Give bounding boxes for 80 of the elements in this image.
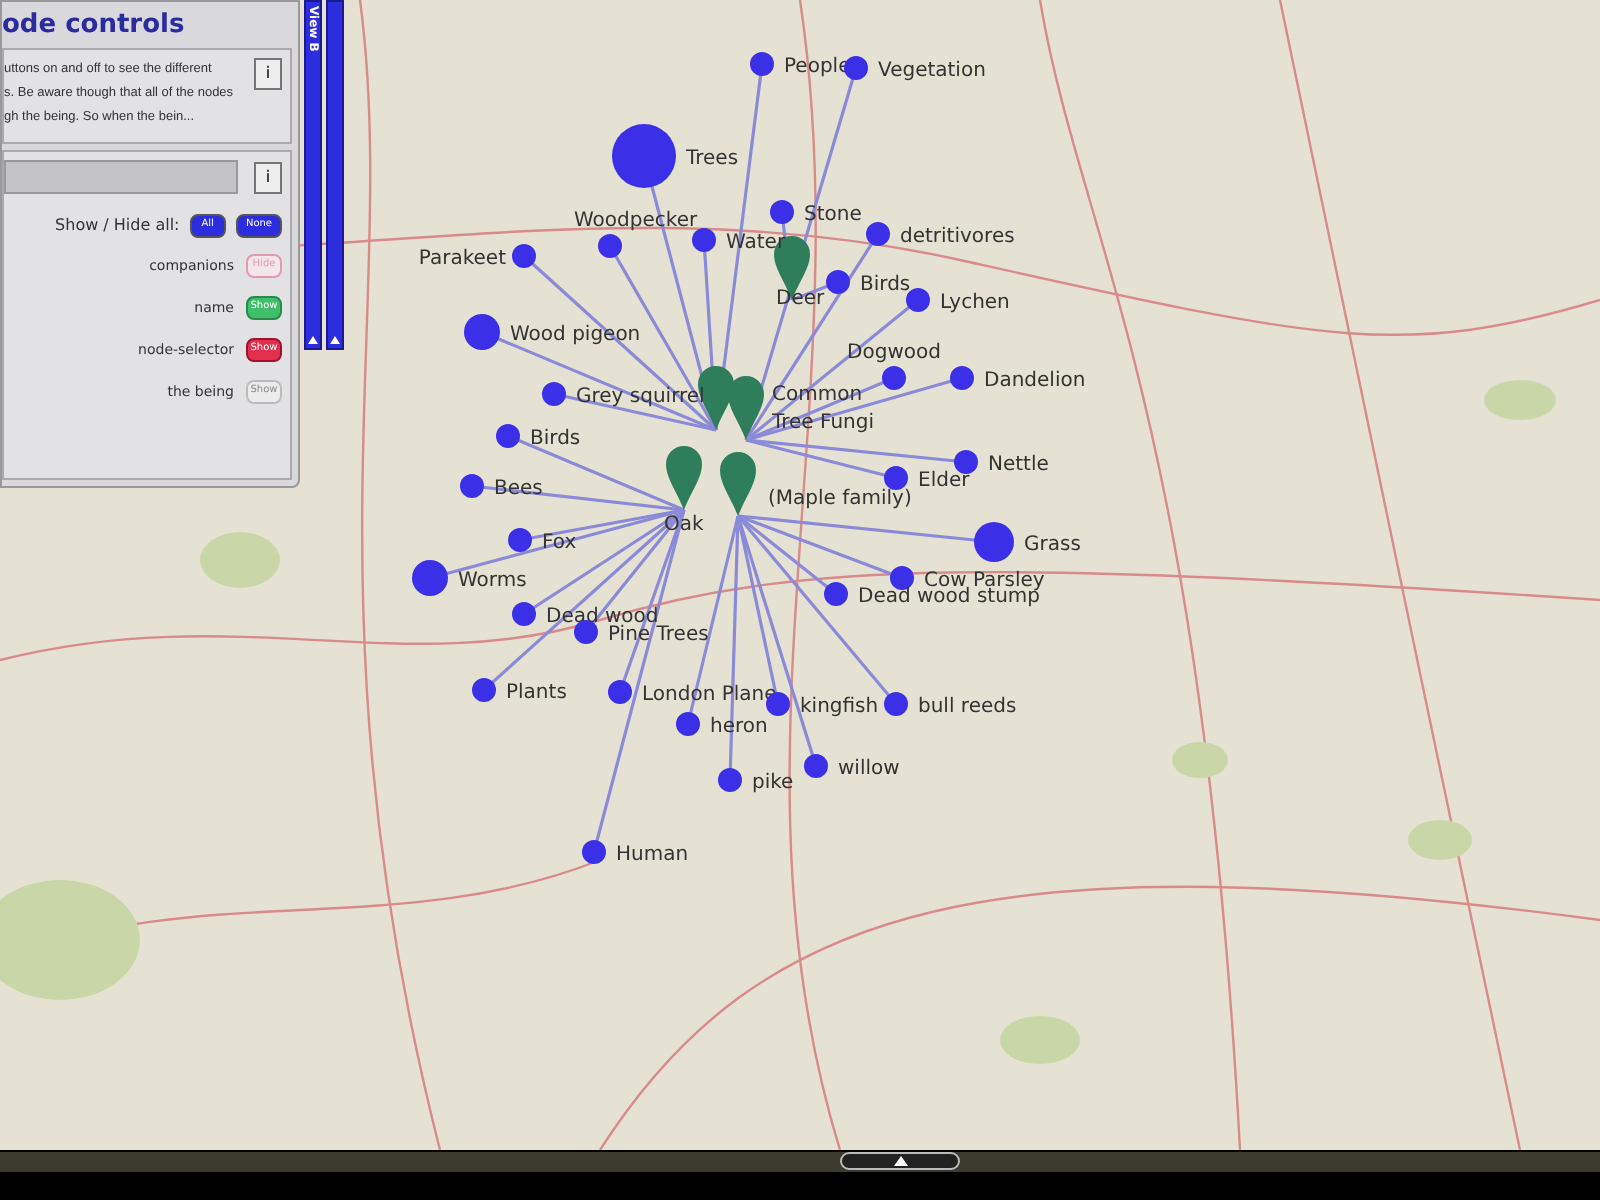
node-circle[interactable] bbox=[692, 228, 716, 252]
node-circle[interactable] bbox=[906, 288, 930, 312]
node-circle[interactable] bbox=[676, 712, 700, 736]
node-circle[interactable] bbox=[542, 382, 566, 406]
node-label: Woodpecker bbox=[574, 210, 698, 232]
node-circle[interactable] bbox=[890, 566, 914, 590]
node-label: Stone bbox=[804, 204, 862, 226]
node-label: Fox bbox=[542, 532, 577, 554]
node-label: Pine Trees bbox=[608, 624, 709, 646]
node-circle[interactable] bbox=[472, 678, 496, 702]
search-field[interactable] bbox=[4, 160, 238, 194]
node-circle[interactable] bbox=[512, 602, 536, 626]
node-label: Dead wood stump bbox=[858, 586, 1041, 608]
node-circle[interactable] bbox=[464, 314, 500, 350]
node-circle[interactable] bbox=[750, 52, 774, 76]
node-circle[interactable] bbox=[460, 474, 484, 498]
node-circle[interactable] bbox=[826, 270, 850, 294]
node-circle[interactable] bbox=[804, 754, 828, 778]
node-circle[interactable] bbox=[824, 582, 848, 606]
node-label: Dogwood bbox=[847, 342, 941, 364]
node-circle[interactable] bbox=[582, 840, 606, 864]
node-label: Dandelion bbox=[984, 370, 1086, 392]
woodland-patch bbox=[0, 880, 140, 1000]
node-label: Trees bbox=[686, 148, 739, 170]
node-label: Birds bbox=[860, 274, 911, 296]
node-label: Nettle bbox=[988, 454, 1049, 476]
woodland-patch bbox=[200, 532, 280, 588]
node-label: heron bbox=[710, 716, 768, 738]
node-circle[interactable] bbox=[412, 560, 448, 596]
node-circle[interactable] bbox=[496, 424, 520, 448]
node-circle[interactable] bbox=[508, 528, 532, 552]
node-label: Wood pigeon bbox=[510, 324, 641, 346]
node-label: Vegetation bbox=[878, 60, 986, 82]
node-label: Common bbox=[772, 384, 863, 406]
triangle-up-icon bbox=[893, 1156, 907, 1166]
woodland-patch bbox=[1000, 1016, 1080, 1064]
node-circle[interactable] bbox=[974, 522, 1014, 562]
node-circle[interactable] bbox=[866, 222, 890, 246]
panel-title: ode controls bbox=[2, 8, 187, 42]
node-circle[interactable] bbox=[608, 680, 632, 704]
node-label: (Maple family) bbox=[768, 488, 912, 510]
node-label: Tree Fungi bbox=[772, 412, 875, 434]
triangle-up-icon bbox=[330, 336, 340, 344]
node-circle[interactable] bbox=[884, 466, 908, 490]
node-label: Oak bbox=[664, 514, 704, 536]
woodland-patch bbox=[1408, 820, 1472, 860]
node-label: Bees bbox=[494, 478, 543, 500]
node-label: detritivores bbox=[900, 226, 1015, 248]
show-hide-label: Show / Hide all: bbox=[55, 214, 180, 238]
node-label: Dead wood bbox=[546, 606, 659, 628]
info-button[interactable]: i bbox=[254, 161, 282, 193]
node-label: Birds bbox=[530, 428, 581, 450]
node-circle[interactable] bbox=[844, 56, 868, 80]
node-circle[interactable] bbox=[598, 234, 622, 258]
node-label: Lychen bbox=[940, 292, 1010, 314]
node-circle[interactable] bbox=[950, 366, 974, 390]
node-label: bull reeds bbox=[918, 696, 1017, 718]
node-label: Parakeet bbox=[418, 248, 506, 270]
node-label: willow bbox=[838, 758, 900, 780]
node-circle[interactable] bbox=[574, 620, 598, 644]
node-label: Human bbox=[616, 844, 689, 866]
node-label: Worms bbox=[458, 570, 527, 592]
woodland-patch bbox=[1172, 742, 1228, 778]
node-circle[interactable] bbox=[882, 366, 906, 390]
node-label: pike bbox=[752, 772, 794, 794]
node-label: Elder bbox=[918, 470, 970, 492]
node-label: Plants bbox=[506, 682, 567, 704]
node-label: Deer bbox=[776, 288, 825, 310]
node-circle[interactable] bbox=[612, 124, 676, 188]
node-circle[interactable] bbox=[512, 244, 536, 268]
node-circle[interactable] bbox=[954, 450, 978, 474]
node-circle[interactable] bbox=[884, 692, 908, 716]
node-circle[interactable] bbox=[718, 768, 742, 792]
woodland-patch bbox=[1484, 380, 1556, 420]
drawer-handle-button[interactable] bbox=[840, 1152, 960, 1170]
node-label: kingfish bbox=[800, 696, 879, 718]
node-label: Grass bbox=[1024, 534, 1081, 556]
info-button[interactable]: i bbox=[254, 58, 282, 90]
node-circle[interactable] bbox=[770, 200, 794, 224]
triangle-up-icon bbox=[308, 336, 318, 344]
